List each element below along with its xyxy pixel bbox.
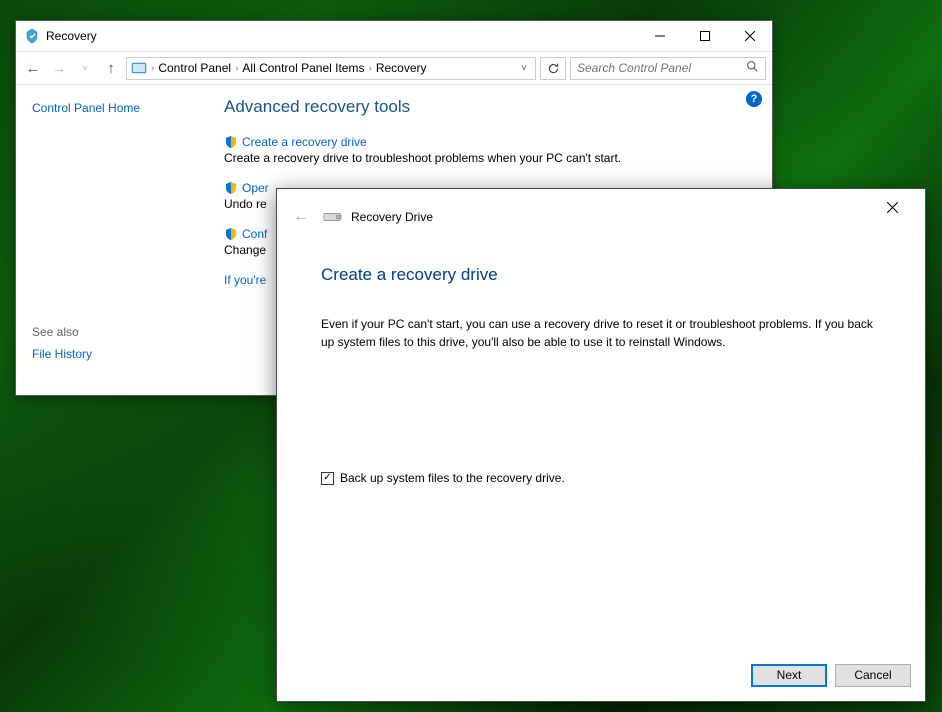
cp-titlebar[interactable]: Recovery — [16, 21, 772, 51]
next-button[interactable]: Next — [751, 664, 827, 687]
search-icon[interactable] — [746, 60, 759, 76]
wizard-footer: Next Cancel — [277, 649, 925, 701]
search-input[interactable] — [577, 61, 746, 75]
item-link-text: Conf — [242, 227, 267, 241]
item-desc: Create a recovery drive to troubleshoot … — [224, 151, 756, 165]
breadcrumb-segment[interactable]: Recovery — [372, 61, 431, 75]
breadcrumb-segment[interactable]: Control Panel — [154, 61, 235, 75]
item-link-text: Oper — [242, 181, 269, 195]
uac-shield-icon — [224, 135, 238, 149]
search-box[interactable] — [570, 57, 766, 80]
up-arrow-icon[interactable]: ↑ — [100, 57, 122, 79]
recent-dropdown-icon[interactable]: ˅ — [74, 57, 96, 79]
recovery-drive-wizard: ← Recovery Drive Create a recovery drive… — [276, 188, 926, 702]
item-link-text: If you're — [224, 273, 266, 287]
wizard-heading: Create a recovery drive — [321, 265, 881, 285]
wizard-close-button[interactable] — [871, 193, 913, 221]
item-link-text: Create a recovery drive — [242, 135, 367, 149]
close-button[interactable] — [727, 21, 772, 51]
cp-address-bar: ← → ˅ ↑ › Control Panel › All Control Pa… — [16, 51, 772, 85]
create-recovery-drive-link[interactable]: Create a recovery drive — [224, 135, 756, 149]
recovery-item: Create a recovery drive Create a recover… — [224, 135, 756, 165]
wizard-back-arrow-icon[interactable]: ← — [289, 205, 313, 229]
control-panel-icon — [131, 60, 147, 76]
chevron-down-icon[interactable]: ˅ — [517, 63, 531, 74]
wizard-description: Even if your PC can't start, you can use… — [321, 315, 881, 351]
cancel-button[interactable]: Cancel — [835, 664, 911, 687]
wizard-body: Create a recovery drive Even if your PC … — [277, 245, 925, 649]
backup-checkbox[interactable]: ✓ — [321, 472, 334, 485]
cp-sidebar: Control Panel Home See also File History — [16, 85, 216, 395]
help-icon[interactable]: ? — [746, 91, 762, 107]
wizard-title: Recovery Drive — [351, 210, 433, 224]
minimize-button[interactable] — [637, 21, 682, 51]
see-also-label: See also — [32, 325, 200, 339]
uac-shield-icon — [224, 181, 238, 195]
cp-window-title: Recovery — [46, 29, 97, 43]
refresh-button[interactable] — [540, 57, 566, 80]
wizard-header: ← Recovery Drive — [277, 189, 925, 245]
forward-arrow-icon[interactable]: → — [48, 57, 70, 79]
breadcrumb-segment[interactable]: All Control Panel Items — [238, 61, 368, 75]
maximize-button[interactable] — [682, 21, 727, 51]
control-panel-home-link[interactable]: Control Panel Home — [32, 101, 200, 115]
backup-checkbox-row[interactable]: ✓ Back up system files to the recovery d… — [321, 471, 881, 485]
back-arrow-icon[interactable]: ← — [22, 57, 44, 79]
file-history-link[interactable]: File History — [32, 347, 200, 361]
drive-icon — [323, 210, 343, 224]
recovery-icon — [24, 28, 40, 44]
uac-shield-icon — [224, 227, 238, 241]
backup-checkbox-label: Back up system files to the recovery dri… — [340, 471, 565, 485]
breadcrumb[interactable]: › Control Panel › All Control Panel Item… — [126, 57, 536, 80]
page-heading: Advanced recovery tools — [224, 97, 756, 117]
